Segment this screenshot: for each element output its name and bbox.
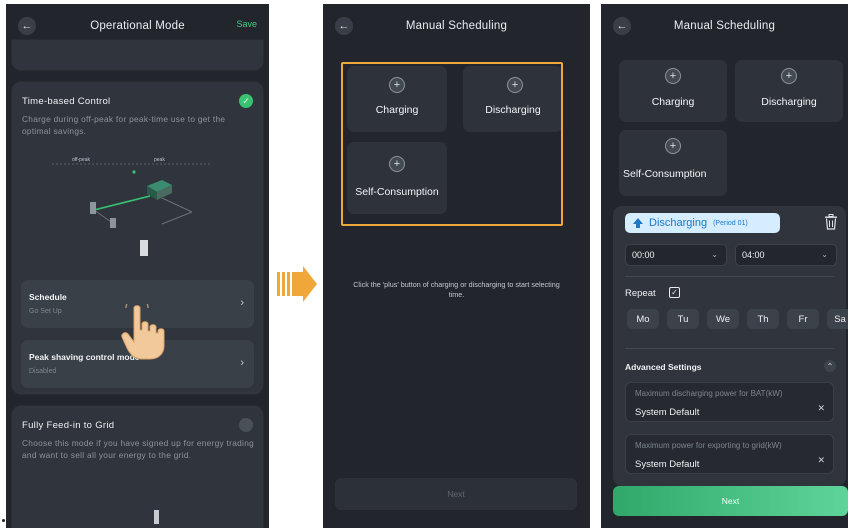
stray-dot bbox=[2, 519, 5, 522]
time-based-control-title: Time-based Control bbox=[22, 96, 111, 107]
day-button-sa[interactable]: Sa bbox=[827, 309, 848, 329]
end-time-select[interactable]: 04:00 ⌄ bbox=[735, 244, 837, 266]
divider bbox=[625, 348, 834, 349]
feed-in-title: Fully Feed-in to Grid bbox=[22, 420, 115, 431]
repeat-label: Repeat bbox=[625, 288, 656, 299]
max-export-power-field[interactable]: Maximum power for exporting to grid(kW) … bbox=[625, 434, 834, 474]
next-button[interactable]: Next bbox=[613, 486, 848, 516]
hint-text: Click the 'plus' button of charging or d… bbox=[353, 280, 560, 299]
arrow-right-icon bbox=[277, 266, 317, 302]
feed-in-description: Choose this mode if you have signed up f… bbox=[22, 438, 255, 460]
manual-scheduling-screen-period: ← Manual Scheduling + Charging + Dischar… bbox=[601, 4, 848, 528]
header: ← Manual Scheduling bbox=[323, 4, 590, 48]
chevron-up-icon[interactable]: ⌃ bbox=[824, 360, 836, 372]
page-title: Operational Mode bbox=[90, 20, 185, 32]
advanced-settings-title: Advanced Settings bbox=[625, 362, 702, 372]
max-discharge-power-value: System Default bbox=[635, 407, 700, 418]
clear-icon[interactable]: ✕ bbox=[817, 455, 825, 466]
peak-shaving-subtitle: Disabled bbox=[29, 368, 57, 375]
plus-circle-icon[interactable]: + bbox=[665, 138, 681, 154]
plus-circle-icon[interactable]: + bbox=[781, 68, 797, 84]
plus-circle-icon[interactable]: + bbox=[665, 68, 681, 84]
energy-flow-diagram: off-peak peak bbox=[52, 157, 212, 256]
page-title: Manual Scheduling bbox=[673, 20, 776, 32]
feed-in-card[interactable]: Fully Feed-in to Grid Choose this mode i… bbox=[12, 406, 263, 528]
trash-icon[interactable] bbox=[824, 214, 838, 230]
mode-pill[interactable]: Discharging (Period 01) bbox=[625, 213, 780, 233]
self-consumption-tile[interactable]: + Self-Consumption bbox=[619, 130, 727, 196]
highlight-frame bbox=[341, 62, 563, 226]
save-button[interactable]: Save bbox=[236, 19, 257, 29]
back-arrow-icon[interactable]: ← bbox=[18, 17, 36, 35]
chevron-down-icon: ⌄ bbox=[711, 250, 718, 259]
charging-tile[interactable]: + Charging bbox=[619, 60, 727, 122]
radio-off-icon[interactable] bbox=[239, 418, 253, 432]
previous-mode-card[interactable] bbox=[12, 40, 263, 70]
day-button-mo[interactable]: Mo bbox=[627, 309, 659, 329]
repeat-checkbox[interactable]: ✓ bbox=[669, 287, 680, 298]
schedule-subtitle: Go Set Up bbox=[29, 308, 62, 315]
start-time-select[interactable]: 00:00 ⌄ bbox=[625, 244, 727, 266]
time-based-control-description: Charge during off-peak for peak-time use… bbox=[22, 114, 226, 136]
max-discharge-power-label: Maximum discharging power for BAT(kW) bbox=[635, 389, 783, 398]
next-button-disabled[interactable]: Next bbox=[335, 478, 577, 510]
operational-mode-screen: ← Operational Mode Save Time-based Contr… bbox=[6, 4, 269, 528]
discharging-label: Discharging bbox=[761, 96, 817, 108]
period-number: (Period 01) bbox=[713, 219, 748, 227]
hand-pointer-icon bbox=[121, 304, 165, 360]
start-time-value: 00:00 bbox=[632, 250, 655, 260]
discharging-tile[interactable]: + Discharging bbox=[735, 60, 843, 122]
max-export-power-value: System Default bbox=[635, 459, 700, 470]
peak-label: peak bbox=[154, 157, 165, 163]
chevron-right-icon: › bbox=[240, 297, 244, 309]
day-button-tu[interactable]: Tu bbox=[667, 309, 699, 329]
clear-icon[interactable]: ✕ bbox=[817, 403, 825, 414]
time-based-control-card[interactable]: Time-based Control ✓ Charge during off-p… bbox=[12, 82, 263, 394]
offpeak-label: off-peak bbox=[72, 157, 90, 163]
day-button-th[interactable]: Th bbox=[747, 309, 779, 329]
period-card: Discharging (Period 01) 00:00 ⌄ 04:00 ⌄ … bbox=[613, 206, 848, 486]
max-export-power-label: Maximum power for exporting to grid(kW) bbox=[635, 441, 782, 450]
charging-label: Charging bbox=[651, 96, 695, 108]
page-title: Manual Scheduling bbox=[405, 20, 508, 32]
day-button-we[interactable]: We bbox=[707, 309, 739, 329]
manual-scheduling-screen-empty: ← Manual Scheduling + Charging + Dischar… bbox=[323, 4, 590, 528]
chevron-right-icon: › bbox=[240, 357, 244, 369]
back-arrow-icon[interactable]: ← bbox=[335, 17, 353, 35]
schedule-title: Schedule bbox=[29, 292, 67, 302]
divider bbox=[625, 276, 834, 277]
device-illustration bbox=[154, 510, 159, 524]
max-discharge-power-field[interactable]: Maximum discharging power for BAT(kW) Sy… bbox=[625, 382, 834, 422]
header: ← Manual Scheduling bbox=[601, 4, 848, 48]
chevron-down-icon: ⌄ bbox=[821, 250, 828, 259]
period-mode: Discharging bbox=[649, 217, 708, 229]
day-button-fr[interactable]: Fr bbox=[787, 309, 819, 329]
discharge-icon bbox=[633, 218, 643, 228]
back-arrow-icon[interactable]: ← bbox=[613, 17, 631, 35]
check-circle-icon: ✓ bbox=[239, 94, 253, 108]
self-consumption-label: Self-Consumption bbox=[623, 168, 707, 180]
end-time-value: 04:00 bbox=[742, 250, 765, 260]
